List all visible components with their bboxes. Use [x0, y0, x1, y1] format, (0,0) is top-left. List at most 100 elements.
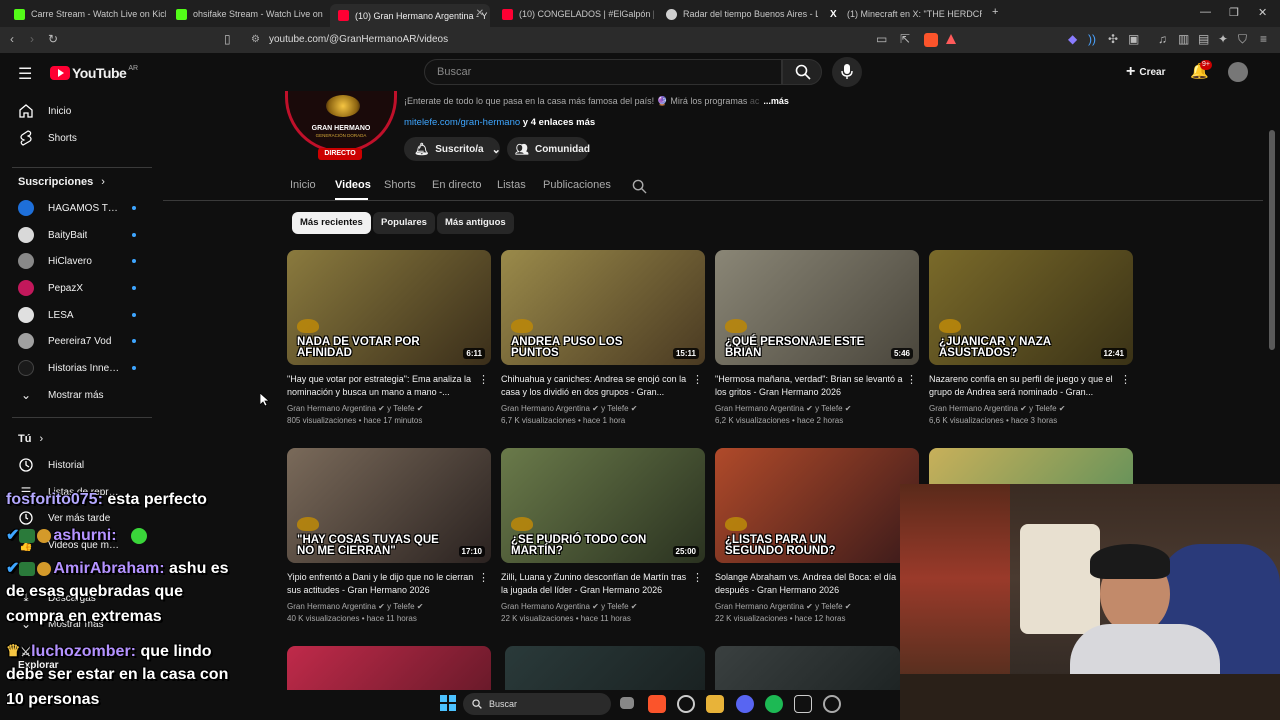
extension-icon[interactable]: )): [1088, 32, 1096, 46]
video-thumbnail[interactable]: [715, 646, 900, 690]
more-links[interactable]: y 4 enlaces más: [520, 117, 595, 128]
reload-icon[interactable]: ↻: [48, 32, 58, 46]
chip-oldest[interactable]: Más antiguos: [437, 212, 514, 234]
you-heading[interactable]: Tú ›: [18, 433, 43, 445]
channel-name[interactable]: Gran Hermano Argentina: [929, 404, 1018, 413]
brave-shield-icon[interactable]: [924, 33, 938, 47]
avatar[interactable]: [1228, 62, 1248, 82]
close-window-icon[interactable]: ✕: [1258, 6, 1267, 19]
sidebar-item-channel[interactable]: Peereira7 Vod: [12, 328, 152, 354]
more-actions-icon[interactable]: ⋮: [478, 571, 489, 584]
subscriptions-heading[interactable]: Suscripciones ›: [18, 176, 105, 188]
video-title[interactable]: Chihuahua y caniches: Andrea se enojó co…: [501, 373, 691, 399]
video-title[interactable]: "Hay que votar por estrategia": Ema anal…: [287, 373, 477, 399]
channel-link[interactable]: mitelefe.com/gran-hermano: [404, 117, 520, 128]
tab-videos[interactable]: Videos: [335, 179, 371, 191]
chip-popular[interactable]: Populares: [373, 212, 435, 234]
collab-name[interactable]: y Telefe: [1029, 404, 1056, 413]
tab-playlists[interactable]: Listas: [497, 179, 526, 191]
tab-home[interactable]: Inicio: [290, 179, 316, 191]
maximize-icon[interactable]: ❐: [1229, 6, 1239, 19]
discord-icon[interactable]: [736, 695, 754, 713]
video-thumbnail[interactable]: ¿LISTAS PARA UN SEGUNDO ROUND? 2: [715, 448, 919, 563]
bookmark-icon[interactable]: ▯: [224, 32, 231, 46]
video-title[interactable]: Yipio enfrentó a Dani y le dijo que no l…: [287, 571, 477, 597]
cast-icon[interactable]: ▭: [876, 32, 887, 46]
sidebar-item-channel[interactable]: LESA: [12, 302, 152, 328]
more-actions-icon[interactable]: ⋮: [906, 373, 917, 386]
page-scrollbar[interactable]: [1269, 130, 1275, 350]
channel-name[interactable]: Gran Hermano Argentina: [287, 404, 376, 413]
app-icon[interactable]: [823, 695, 841, 713]
sidebar-toggle-icon[interactable]: ▥: [1178, 32, 1189, 46]
video-thumbnail[interactable]: ¿QUÉ PERSONAJE ESTE BRIAN 5:46: [715, 250, 919, 365]
video-card[interactable]: "HAY COSAS TUYAS QUE NO ME CIERRAN" 17:1…: [287, 448, 491, 625]
screenshot-icon[interactable]: ▣: [1128, 32, 1139, 46]
collab-name[interactable]: y Telefe: [815, 404, 842, 413]
video-title[interactable]: Zilli, Luana y Zunino desconfían de Mart…: [501, 571, 691, 597]
channel-name[interactable]: Gran Hermano Argentina: [287, 602, 376, 611]
channel-avatar-logo[interactable]: GRAN HERMANO GENERACIÓN DORADA: [285, 91, 397, 153]
share-icon[interactable]: ⇱: [900, 32, 910, 46]
spotify-icon[interactable]: [765, 695, 783, 713]
taskbar-search[interactable]: Buscar: [463, 693, 611, 715]
back-icon[interactable]: ‹: [10, 32, 14, 46]
brave-browser-icon[interactable]: [648, 695, 666, 713]
video-thumbnail[interactable]: "HAY COSAS TUYAS QUE NO ME CIERRAN" 17:1…: [287, 448, 491, 563]
video-title[interactable]: Solange Abraham vs. Andrea del Boca: el …: [715, 571, 905, 597]
collab-name[interactable]: y Telefe: [815, 602, 842, 611]
video-card[interactable]: NADA DE VOTAR POR AFINIDAD 6:11 "Hay que…: [287, 250, 491, 427]
collab-name[interactable]: y Telefe: [387, 404, 414, 413]
sidebar-item-channel[interactable]: PepazX: [12, 275, 152, 301]
video-card[interactable]: ¿JUANICAR Y NAZA ASUSTADOS? 12:41 Nazare…: [929, 250, 1133, 427]
sidebar-item-shorts[interactable]: Shorts: [12, 125, 152, 151]
video-thumbnail[interactable]: [287, 646, 491, 690]
sidebar-item-history[interactable]: Historial: [12, 452, 152, 478]
more-actions-icon[interactable]: ⋮: [478, 373, 489, 386]
notifications-button[interactable]: 🔔 9+: [1190, 60, 1212, 81]
browser-tab[interactable]: Radar del tiempo Buenos Aires - Llu: [658, 4, 818, 24]
wallet-icon[interactable]: ▤: [1198, 32, 1209, 46]
tab-shorts[interactable]: Shorts: [384, 179, 416, 191]
browser-tab-active[interactable]: (10) Gran Hermano Argentina - Y ✕: [330, 4, 490, 27]
browser-tab[interactable]: ohsifake Stream - Watch Live on: [168, 4, 328, 24]
search-input[interactable]: Buscar: [424, 59, 782, 85]
chip-most-recent[interactable]: Más recientes: [292, 212, 371, 234]
tab-posts[interactable]: Publicaciones: [543, 179, 611, 191]
browser-tab[interactable]: (10) CONGELADOS | #ElGalpón | CON: [494, 4, 654, 24]
collab-name[interactable]: y Telefe: [387, 602, 414, 611]
file-explorer-icon[interactable]: [706, 695, 724, 713]
more-actions-icon[interactable]: ⋮: [692, 571, 703, 584]
youtube-logo[interactable]: YouTube AR: [50, 65, 138, 81]
more-actions-icon[interactable]: ⋮: [1120, 373, 1131, 386]
collab-name[interactable]: y Telefe: [601, 602, 628, 611]
channel-search-icon[interactable]: [632, 179, 647, 194]
minimize-icon[interactable]: —: [1200, 6, 1211, 18]
create-button[interactable]: + Crear: [1126, 63, 1165, 81]
video-thumbnail[interactable]: ¿SE PUDRIÓ TODO CON MARTÍN? 25:00: [501, 448, 705, 563]
menu-icon[interactable]: ≡: [1260, 32, 1267, 46]
address-bar[interactable]: ⚙ youtube.com/@GranHermanoAR/videos: [245, 31, 965, 49]
voice-search-button[interactable]: [832, 57, 862, 87]
hamburger-menu-icon[interactable]: ☰: [18, 64, 32, 84]
collab-name[interactable]: y Telefe: [601, 404, 628, 413]
channel-description[interactable]: ¡Enterate de todo lo que pasa en la casa…: [404, 96, 789, 107]
browser-tab[interactable]: X (1) Minecraft en X: "THE HERDCRAFT: [822, 4, 982, 24]
sidebar-item-channel[interactable]: Historias Innece...: [12, 355, 152, 381]
video-card[interactable]: ¿SE PUDRIÓ TODO CON MARTÍN? 25:00 Zilli,…: [501, 448, 705, 625]
channel-name[interactable]: Gran Hermano Argentina: [715, 404, 804, 413]
show-more-subscriptions-button[interactable]: ⌄ Mostrar más: [12, 382, 152, 408]
new-tab-button[interactable]: +: [992, 6, 998, 18]
windows-start-icon[interactable]: [440, 695, 456, 711]
community-button[interactable]: 👥︎ Comunidad: [507, 137, 590, 161]
more-actions-icon[interactable]: ⋮: [692, 373, 703, 386]
close-tab-icon[interactable]: ✕: [476, 8, 484, 19]
tab-live[interactable]: En directo: [432, 179, 482, 191]
app-icon[interactable]: [677, 695, 695, 713]
video-thumbnail[interactable]: ¿JUANICAR Y NAZA ASUSTADOS? 12:41: [929, 250, 1133, 365]
sidebar-item-channel[interactable]: HAGAMOS TEN...: [12, 195, 152, 221]
extension-leo-icon[interactable]: ◆: [1068, 32, 1077, 46]
media-icon[interactable]: ♫: [1158, 32, 1167, 46]
sidebar-item-home[interactable]: Inicio: [12, 98, 152, 124]
more-link[interactable]: ...más: [763, 96, 789, 106]
